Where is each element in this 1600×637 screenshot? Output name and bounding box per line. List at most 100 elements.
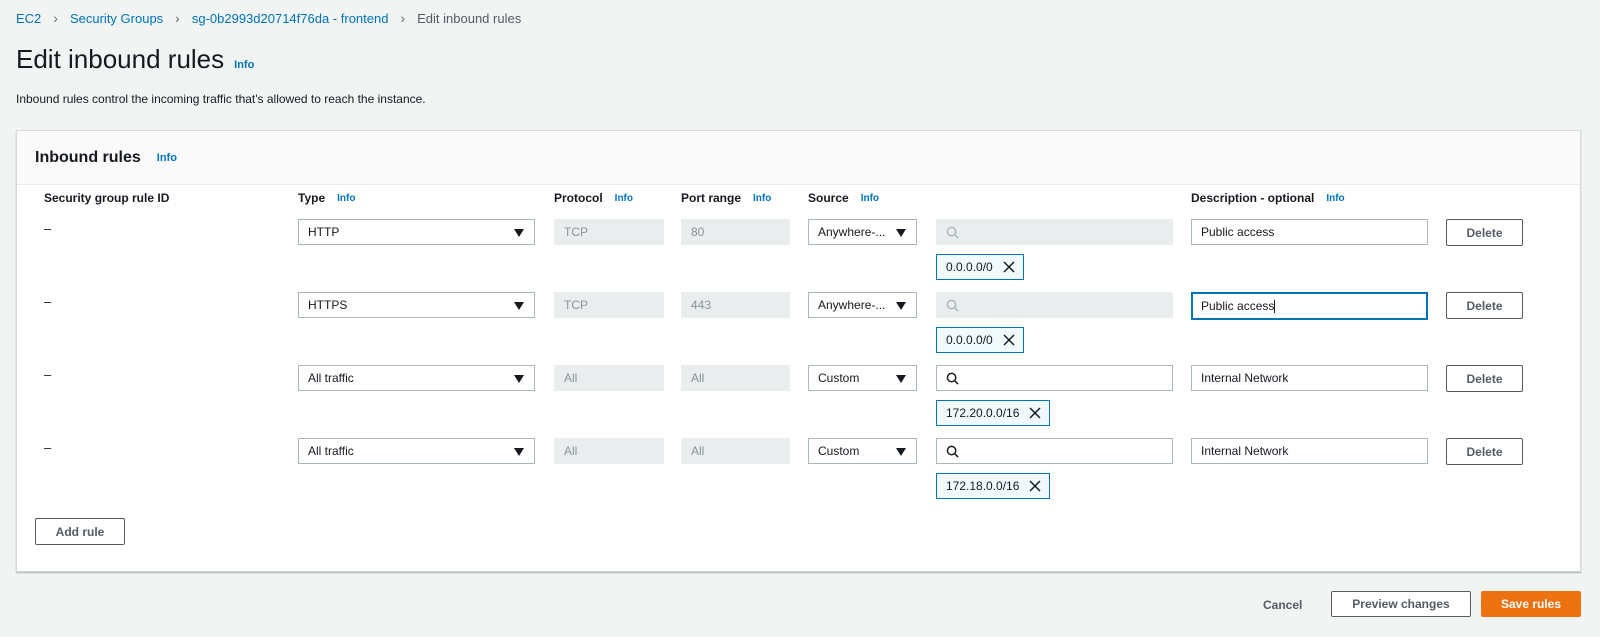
description-info-link[interactable]: Info (1326, 193, 1344, 204)
rule-id-value: – (44, 221, 52, 236)
col-header-port-range: Port range Info (681, 191, 771, 205)
type-info-link[interactable]: Info (337, 193, 355, 204)
protocol-field: TCP (554, 292, 664, 318)
port-range-info-link[interactable]: Info (753, 193, 771, 204)
source-select-value: Custom (818, 371, 860, 385)
port-range-field: All (681, 365, 790, 391)
source-select[interactable]: Anywhere-... (808, 292, 917, 318)
rule-id-value: – (44, 440, 52, 455)
rule-id-value: – (44, 367, 52, 382)
type-select-value: HTTP (308, 225, 340, 239)
source-select-value: Anywhere-... (818, 298, 886, 312)
panel-header: Inbound rules Info (17, 131, 1580, 185)
type-select[interactable]: HTTP (298, 219, 535, 245)
chevron-right-icon: › (53, 10, 58, 26)
type-select[interactable]: HTTPS (298, 292, 535, 318)
source-token: 0.0.0.0/0 (936, 327, 1024, 353)
protocol-info-link[interactable]: Info (615, 193, 633, 204)
col-header-rule-id: Security group rule ID (44, 191, 169, 205)
col-header-description: Description - optional Info (1191, 191, 1345, 205)
add-rule-button[interactable]: Add rule (35, 518, 125, 545)
preview-changes-button[interactable]: Preview changes (1331, 591, 1471, 617)
caret-down-icon (896, 375, 906, 383)
close-icon[interactable] (1029, 480, 1041, 492)
source-token-label: 0.0.0.0/0 (946, 333, 993, 347)
delete-button[interactable]: Delete (1446, 365, 1523, 392)
protocol-field: All (554, 438, 664, 464)
type-select[interactable]: All traffic (298, 438, 535, 464)
col-header-type: Type Info (298, 191, 355, 205)
caret-down-icon (514, 302, 524, 310)
breadcrumb-security-group[interactable]: sg-0b2993d20714f76da - frontend (192, 11, 389, 26)
text-cursor (1274, 299, 1276, 313)
description-input[interactable]: Internal Network (1191, 438, 1428, 464)
type-select-value: All traffic (308, 444, 354, 458)
source-search-input[interactable] (936, 219, 1173, 245)
description-input[interactable]: Internal Network (1191, 365, 1428, 391)
source-select[interactable]: Custom (808, 438, 917, 464)
source-select-value: Custom (818, 444, 860, 458)
type-select-value: All traffic (308, 371, 354, 385)
inbound-rules-panel: Inbound rules Info Security group rule I… (16, 130, 1581, 572)
close-icon[interactable] (1003, 261, 1015, 273)
page-description: Inbound rules control the incoming traff… (16, 92, 426, 106)
search-icon (946, 226, 959, 239)
breadcrumb-current: Edit inbound rules (417, 10, 522, 26)
port-range-field: 80 (681, 219, 790, 245)
breadcrumb: EC2 › Security Groups › sg-0b2993d20714f… (16, 10, 521, 26)
description-input[interactable]: Public access (1191, 219, 1428, 245)
source-token: 172.18.0.0/16 (936, 473, 1051, 499)
source-search-input[interactable] (936, 438, 1173, 464)
type-select[interactable]: All traffic (298, 365, 535, 391)
description-input-value: Public access (1201, 299, 1275, 313)
col-header-port-range-label: Port range (681, 191, 742, 205)
protocol-field: TCP (554, 219, 664, 245)
source-token-label: 172.20.0.0/16 (946, 406, 1020, 420)
source-info-link[interactable]: Info (861, 193, 879, 204)
delete-button[interactable]: Delete (1446, 292, 1523, 319)
chevron-right-icon: › (175, 10, 180, 26)
close-icon[interactable] (1003, 334, 1015, 346)
protocol-field: All (554, 365, 664, 391)
caret-down-icon (896, 229, 906, 237)
source-token: 0.0.0.0/0 (936, 254, 1024, 280)
caret-down-icon (896, 302, 906, 310)
source-select-value: Anywhere-... (818, 225, 886, 239)
source-token: 172.20.0.0/16 (936, 400, 1051, 426)
col-header-protocol: Protocol Info (554, 191, 633, 205)
source-select[interactable]: Custom (808, 365, 917, 391)
save-rules-button[interactable]: Save rules (1481, 591, 1581, 617)
page-info-link[interactable]: Info (234, 59, 254, 71)
col-header-protocol-label: Protocol (554, 191, 603, 205)
page-title-row: Edit inbound rules Info (16, 44, 254, 75)
caret-down-icon (514, 448, 524, 456)
breadcrumb-ec2[interactable]: EC2 (16, 11, 41, 26)
chevron-right-icon: › (400, 10, 406, 26)
panel-title: Inbound rules (35, 148, 141, 166)
col-header-source-label: Source (808, 191, 849, 205)
source-search-input[interactable] (936, 292, 1173, 318)
panel-info-link[interactable]: Info (157, 152, 177, 164)
cancel-button[interactable]: Cancel (1263, 598, 1302, 612)
description-input[interactable]: Public access (1191, 292, 1428, 320)
caret-down-icon (514, 229, 524, 237)
port-range-field: All (681, 438, 790, 464)
delete-button[interactable]: Delete (1446, 219, 1523, 246)
breadcrumb-security-groups[interactable]: Security Groups (70, 11, 163, 26)
search-icon (946, 299, 959, 312)
type-select-value: HTTPS (308, 298, 348, 312)
search-icon (946, 372, 959, 385)
caret-down-icon (896, 448, 906, 456)
source-token-label: 172.18.0.0/16 (946, 479, 1020, 493)
caret-down-icon (514, 375, 524, 383)
col-header-description-label: Description - optional (1191, 191, 1315, 205)
col-header-rule-id-label: Security group rule ID (44, 191, 170, 205)
close-icon[interactable] (1029, 407, 1041, 419)
page-title: Edit inbound rules (16, 44, 225, 74)
source-search-input[interactable] (936, 365, 1173, 391)
col-header-source: Source Info (808, 191, 879, 205)
source-select[interactable]: Anywhere-... (808, 219, 917, 245)
search-icon (946, 445, 959, 458)
col-header-type-label: Type (298, 191, 326, 205)
delete-button[interactable]: Delete (1446, 438, 1523, 465)
